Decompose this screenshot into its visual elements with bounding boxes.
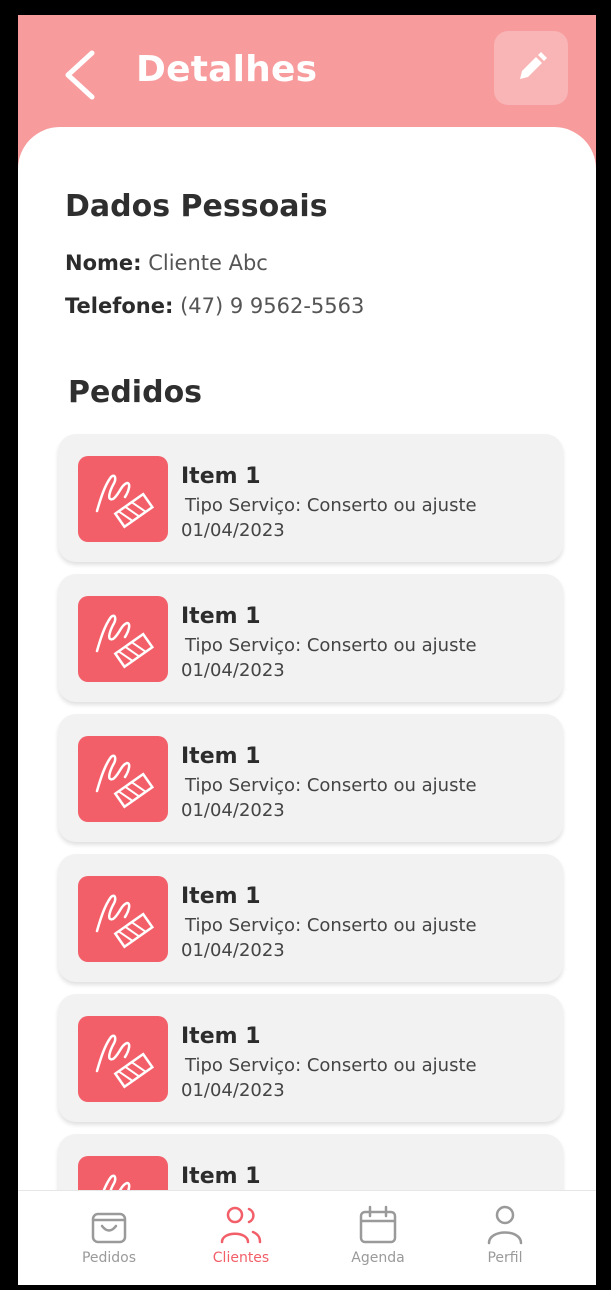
order-name: Item 1 — [181, 884, 261, 909]
order-service-type: Tipo Serviço: Conserto ou ajuste — [185, 495, 477, 516]
orders-list: Item 1 Tipo Serviço: Conserto ou ajuste … — [58, 434, 563, 1190]
nav-label-agenda: Agenda — [351, 1250, 405, 1266]
order-name: Item 1 — [181, 464, 261, 489]
nav-item-perfil[interactable]: Perfil — [450, 1205, 560, 1275]
order-name: Item 1 — [181, 1024, 261, 1049]
order-card[interactable]: Item 1 Tipo Serviço: Conserto ou ajuste … — [58, 434, 563, 562]
order-date: 01/04/2023 — [181, 660, 285, 681]
order-thumbnail — [78, 1016, 168, 1102]
calendar-icon — [359, 1205, 397, 1244]
order-name: Item 1 — [181, 744, 261, 769]
nav-item-pedidos[interactable]: Pedidos — [54, 1205, 164, 1275]
name-row: Nome: Cliente Abc — [65, 251, 268, 275]
personal-data-title: Dados Pessoais — [65, 189, 328, 224]
back-button[interactable] — [60, 48, 104, 102]
nav-item-agenda[interactable]: Agenda — [323, 1205, 433, 1275]
sewing-needle-icon — [95, 754, 155, 809]
phone-row: Telefone: (47) 9 9562-5563 — [65, 294, 364, 318]
order-thumbnail — [78, 876, 168, 962]
orders-title: Pedidos — [68, 375, 203, 410]
user-icon — [487, 1205, 523, 1245]
name-label: Nome: — [65, 251, 142, 275]
order-service-type: Tipo Serviço: Conserto ou ajuste — [185, 1055, 477, 1076]
order-date: 01/04/2023 — [181, 940, 285, 961]
nav-label-perfil: Perfil — [487, 1250, 523, 1266]
edit-button[interactable] — [494, 31, 568, 105]
order-date: 01/04/2023 — [181, 1080, 285, 1101]
users-icon — [220, 1206, 262, 1244]
order-card[interactable]: Item 1 Tipo Serviço: Conserto ou ajuste … — [58, 854, 563, 982]
order-service-type: Tipo Serviço: Conserto ou ajuste — [185, 635, 477, 656]
order-date: 01/04/2023 — [181, 520, 285, 541]
phone-screen: Detalhes Dados Pessoais Nome: Cliente Ab… — [18, 15, 596, 1285]
sewing-needle-icon — [95, 1034, 155, 1089]
bottom-nav: Pedidos Clientes Agenda Perfil — [18, 1190, 596, 1285]
sewing-needle-icon — [95, 614, 155, 669]
order-service-type: Tipo Serviço: Conserto ou ajuste — [185, 915, 477, 936]
order-date: 01/04/2023 — [181, 800, 285, 821]
nav-label-pedidos: Pedidos — [81, 1250, 137, 1266]
order-name: Item 1 — [181, 1164, 261, 1189]
order-service-type: Tipo Serviço: Conserto ou ajuste — [185, 775, 477, 796]
order-card[interactable]: Item 1 — [58, 1134, 563, 1190]
phone-value: (47) 9 9562-5563 — [180, 294, 365, 318]
chevron-left-icon — [65, 50, 95, 100]
sewing-needle-icon — [95, 894, 155, 949]
order-thumbnail — [78, 456, 168, 542]
nav-item-clientes[interactable]: Clientes — [186, 1205, 296, 1275]
order-thumbnail — [78, 596, 168, 682]
name-value: Cliente Abc — [148, 251, 268, 275]
shopping-bag-icon — [91, 1212, 127, 1244]
content-panel: Dados Pessoais Nome: Cliente Abc Telefon… — [18, 127, 596, 1190]
order-thumbnail — [78, 1156, 168, 1190]
order-card[interactable]: Item 1 Tipo Serviço: Conserto ou ajuste … — [58, 574, 563, 702]
order-card[interactable]: Item 1 Tipo Serviço: Conserto ou ajuste … — [58, 714, 563, 842]
page-title: Detalhes — [136, 49, 318, 90]
order-thumbnail — [78, 736, 168, 822]
order-card[interactable]: Item 1 Tipo Serviço: Conserto ou ajuste … — [58, 994, 563, 1122]
order-name: Item 1 — [181, 604, 261, 629]
pencil-icon — [520, 52, 547, 79]
sewing-needle-icon — [102, 1174, 131, 1190]
phone-label: Telefone: — [65, 294, 174, 318]
sewing-needle-icon — [95, 474, 155, 529]
nav-label-clientes: Clientes — [212, 1250, 270, 1266]
